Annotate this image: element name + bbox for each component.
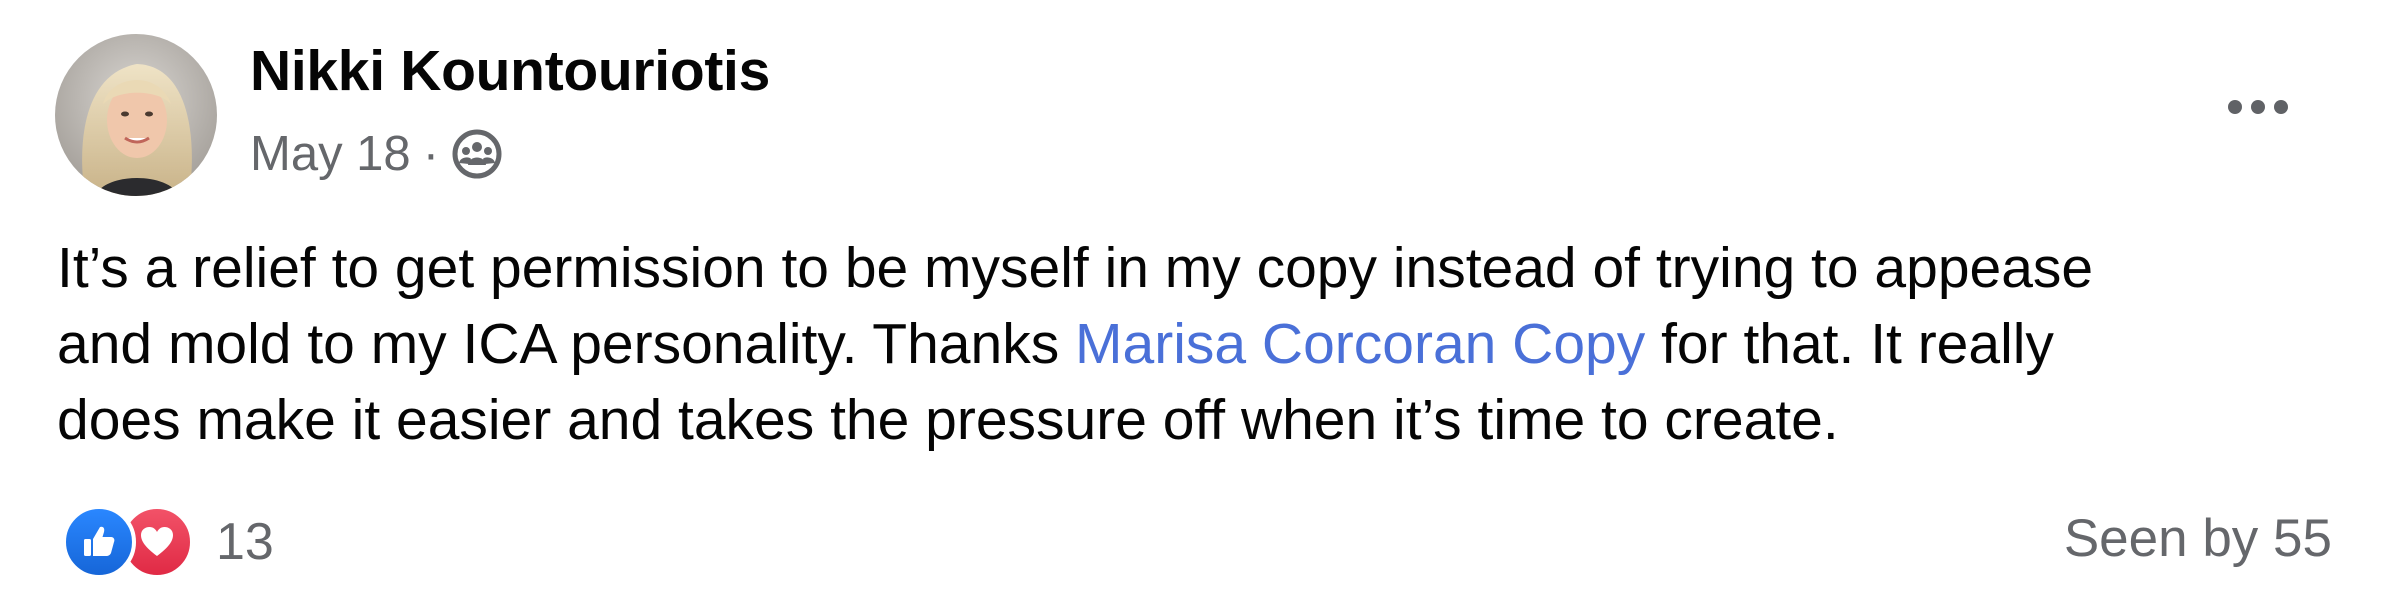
post-body-line: does make it easier and takes the pressu… [57,388,1839,452]
post-meta: May 18 · [250,122,503,186]
meta-separator: · [422,127,440,181]
mention-link[interactable]: Marisa Corcoran Copy [1075,312,1645,376]
feed-post: Nikki Kountouriotis May 18 · It’s a reli… [0,0,2382,616]
author-avatar[interactable] [55,34,217,196]
post-body: It’s a relief to get permission to be my… [57,230,2357,458]
reaction-count: 13 [216,513,274,571]
author-name[interactable]: Nikki Kountouriotis [250,38,770,104]
post-body-line: It’s a relief to get permission to be my… [57,236,2094,300]
seen-by-count[interactable]: Seen by 55 [2064,508,2332,569]
reactions-summary[interactable]: 13 [62,505,274,579]
group-audience-icon[interactable] [451,128,503,180]
post-body-text: and mold to my ICA personality. Thanks [57,312,1076,376]
post-date[interactable]: May 18 [250,126,411,182]
post-body-text: for that. It really [1645,312,2054,376]
like-icon [62,505,136,579]
post-body-line: and mold to my ICA personality. Thanks M… [57,306,2357,382]
more-options-icon[interactable] [2218,82,2298,132]
